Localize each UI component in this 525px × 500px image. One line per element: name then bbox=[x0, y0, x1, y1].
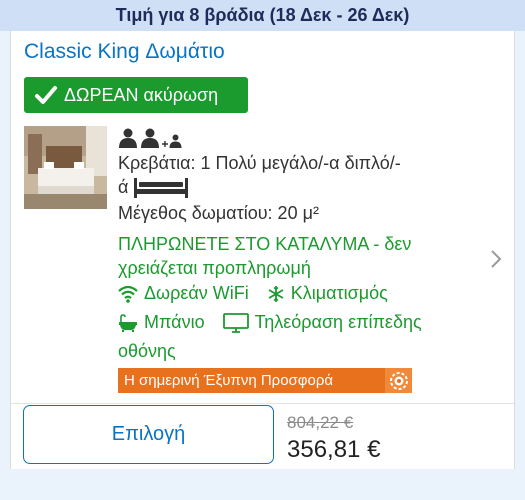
deal-icon bbox=[385, 368, 412, 393]
smart-deal-badge: Η σημερινή Έξυπνη Προσφορά bbox=[118, 368, 412, 393]
card-divider bbox=[11, 403, 514, 404]
pay-at-property: ΠΛΗΡΩΝΕΤΕ ΣΤΟ ΚΑΤΑΛΥΜΑ - δεν χρειάζεται … bbox=[118, 232, 468, 280]
plus-icon bbox=[162, 141, 168, 147]
price-header-text: Τιμή για 8 βράδια (18 Δεκ - 26 Δεκ) bbox=[115, 5, 410, 25]
child-icon bbox=[169, 134, 182, 148]
adult-icon bbox=[119, 128, 137, 148]
amenity-tv-label-cont: οθόνης bbox=[118, 341, 176, 361]
pay-line2: χρειάζεται προπληρωμή bbox=[118, 258, 311, 278]
chevron-right-icon[interactable] bbox=[490, 249, 502, 269]
occupancy-icons bbox=[118, 126, 182, 148]
tv-icon bbox=[222, 312, 249, 333]
original-price: 804,22 € bbox=[287, 413, 354, 432]
room-title[interactable]: Classic King Δωμάτιο bbox=[24, 40, 225, 64]
amenity-tv-label: Τηλεόραση επίπεδης bbox=[254, 312, 422, 332]
free-cancellation-badge: ΔΩΡΕΑΝ ακύρωση bbox=[24, 77, 248, 113]
amenity-wifi: Δωρεάν WiFi bbox=[118, 283, 249, 304]
room-card[interactable]: Classic King Δωμάτιο ΔΩΡΕΑΝ ακύρωση Κρεβ… bbox=[10, 31, 515, 469]
amenity-tv: Τηλεόραση επίπεδης bbox=[222, 312, 422, 333]
room-photo[interactable] bbox=[24, 126, 107, 209]
bed-icon bbox=[134, 178, 189, 199]
bed-info-line1: Κρεβάτια: 1 Πολύ μεγάλο/-α διπλό/- bbox=[118, 153, 401, 173]
bed-info-line2: ά bbox=[118, 177, 129, 197]
amenity-bath: Μπάνιο bbox=[118, 312, 205, 333]
wifi-icon bbox=[118, 285, 138, 303]
amenities-row-1: Δωρεάν WiFi Κλιματισμός bbox=[118, 283, 406, 304]
snowflake-icon bbox=[268, 285, 284, 302]
amenities-row-2: Μπάνιο Τηλεόραση επίπεδης bbox=[118, 312, 440, 333]
free-cancellation-label: ΔΩΡΕΑΝ ακύρωση bbox=[64, 84, 219, 105]
adult-icon bbox=[141, 128, 159, 148]
amenity-bath-label: Μπάνιο bbox=[144, 312, 205, 332]
amenity-wifi-label: Δωρεάν WiFi bbox=[144, 283, 249, 303]
smart-deal-label: Η σημερινή Έξυπνη Προσφορά bbox=[124, 372, 334, 389]
current-price: 356,81 € bbox=[287, 436, 381, 463]
pay-line1: ΠΛΗΡΩΝΕΤΕ ΣΤΟ ΚΑΤΑΛΥΜΑ - δεν bbox=[118, 234, 412, 254]
amenity-ac-label: Κλιματισμός bbox=[290, 283, 388, 303]
select-button[interactable]: Επιλογή bbox=[23, 405, 274, 464]
price-header: Τιμή για 8 βράδια (18 Δεκ - 26 Δεκ) bbox=[0, 0, 525, 31]
bed-info: Κρεβάτια: 1 Πολύ μεγάλο/-α διπλό/- ά bbox=[118, 151, 448, 199]
amenity-ac: Κλιματισμός bbox=[267, 283, 388, 304]
room-size: Μέγεθος δωματίου: 20 μ² bbox=[118, 203, 319, 223]
bathtub-icon bbox=[119, 313, 137, 332]
check-icon bbox=[35, 86, 57, 104]
